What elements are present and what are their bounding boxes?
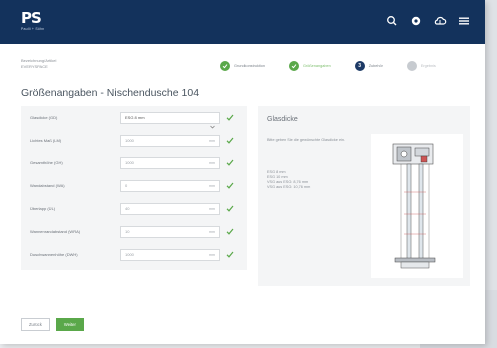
- input-value: 0: [125, 183, 128, 188]
- valid-check-icon: [226, 205, 236, 212]
- valid-check-icon: [226, 251, 236, 258]
- form-row-duschwannenhoehe: Duschwannenhöhe (DWH) 1000 mm: [30, 248, 242, 261]
- form-row-glasdicke: Glasdicke (GD) ESG 8 mm: [30, 111, 242, 128]
- header-icon-group: [385, 14, 471, 28]
- step-label: Zubehör: [368, 64, 383, 68]
- logo-mark: PS: [21, 9, 42, 27]
- form-row-ueberlapp: Überlapp (ÜL) 40 mm: [30, 202, 242, 215]
- valid-check-icon: [226, 114, 236, 121]
- globe-icon[interactable]: [409, 14, 423, 28]
- unit-label: mm: [209, 206, 215, 211]
- total-height-input[interactable]: 1000 mm: [120, 156, 220, 169]
- product-heading: Bezeichnung/Artikel EVERYSPACE: [21, 58, 56, 70]
- check-icon: [289, 61, 300, 71]
- input-value: 1000: [125, 138, 134, 143]
- top-navigation-bar: PS Paulli + Söhn: [0, 0, 485, 44]
- form-row-gesamthoehe: Gesamthöhe (GH) 1000 mm: [30, 156, 242, 169]
- field-label: Wannenrandabstand (WRA): [30, 229, 81, 234]
- unit-label: mm: [209, 138, 215, 143]
- input-value: 1000: [125, 160, 134, 165]
- field-label: Glasdicke (GD): [30, 115, 58, 120]
- step-grundkonstruktion[interactable]: Grundkonstruktion: [220, 61, 265, 71]
- check-icon: [220, 61, 230, 71]
- field-label: Überlapp (ÜL): [30, 206, 56, 211]
- valid-check-icon: [226, 137, 236, 144]
- field-label: Lichtes Maß (LM): [30, 138, 62, 143]
- step-number: 3: [354, 61, 365, 71]
- next-button[interactable]: Weiter: [55, 318, 84, 331]
- glass-option: VSG aus ESG: 10,76 mm: [267, 185, 311, 189]
- step-label: Ergebnis: [420, 64, 436, 68]
- product-line: EVERYSPACE: [21, 64, 48, 69]
- unit-label: mm: [209, 229, 215, 234]
- step-zubehoer[interactable]: 3 Zubehör: [354, 61, 383, 71]
- valid-check-icon: [226, 228, 236, 235]
- logo-subtitle: Paulli + Söhn: [21, 27, 45, 31]
- valid-check-icon: [226, 182, 236, 189]
- overlap-input[interactable]: 40 mm: [120, 202, 220, 215]
- glass-options-list: ESG 8 mm ESG 10 mm VSG aus ESG: 8,76 mm …: [267, 170, 310, 190]
- wizard-navigation: Zurück Weiter: [21, 318, 84, 331]
- input-value: 1000: [125, 252, 134, 257]
- tub-edge-distance-input[interactable]: 10 mm: [120, 225, 220, 238]
- brand-logo[interactable]: PS Paulli + Söhn: [21, 9, 45, 32]
- progress-stepper: Grundkonstruktion Größenangaben 3 Zubehö…: [220, 61, 460, 71]
- back-button[interactable]: Zurück: [21, 318, 50, 331]
- form-row-lichtes-mass: Lichtes Maß (LM) 1000 mm: [30, 134, 242, 147]
- field-label: Gesamthöhe (GH): [30, 160, 63, 165]
- unit-label: mm: [209, 160, 215, 165]
- field-label: Wandabstand (WA): [30, 183, 65, 188]
- page-title: Größenangaben - Nischendusche 104: [21, 87, 200, 99]
- help-panel: Glasdicke Bitte geben Sie die gewünschte…: [258, 106, 470, 286]
- step-groessenangaben[interactable]: Größenangaben: [289, 61, 331, 71]
- step-label: Grundkonstruktion: [234, 64, 266, 68]
- step-ergebnis[interactable]: Ergebnis: [406, 61, 436, 71]
- input-value: 10: [125, 229, 130, 234]
- form-row-wandabstand: Wandabstand (WA) 0 mm: [30, 179, 242, 192]
- help-title: Glasdicke: [267, 116, 298, 123]
- door-profile-drawing: [371, 134, 463, 278]
- wall-distance-input[interactable]: 0 mm: [120, 179, 220, 192]
- field-label: Duschwannenhöhe (DWH): [30, 252, 78, 257]
- configurator-window: PS Paulli + Söhn Bezeichnung/Artikel EVE…: [0, 0, 485, 344]
- clear-width-input[interactable]: 1000 mm: [120, 134, 220, 147]
- form-row-wannenrandabstand: Wannenrandabstand (WRA) 10 mm: [30, 225, 242, 238]
- chevron-down-icon: [210, 116, 215, 128]
- valid-check-icon: [226, 159, 236, 166]
- select-value: ESG 8 mm: [125, 115, 145, 120]
- menu-icon[interactable]: [457, 14, 471, 28]
- dimension-form: Glasdicke (GD) ESG 8 mm Lichtes Maß (LM)…: [21, 106, 247, 270]
- pending-dot-icon: [406, 61, 417, 71]
- shower-tray-height-input[interactable]: 1000 mm: [120, 248, 220, 261]
- step-label: Größenangaben: [303, 64, 331, 68]
- technical-drawing: [392, 143, 436, 269]
- input-value: 40: [125, 206, 130, 211]
- glass-thickness-select[interactable]: ESG 8 mm: [120, 111, 220, 128]
- unit-label: mm: [209, 183, 215, 188]
- unit-label: mm: [209, 252, 215, 257]
- help-description: Bitte geben Sie die gewünschte Glasdicke…: [267, 138, 346, 142]
- search-icon[interactable]: [385, 14, 399, 28]
- cloud-icon[interactable]: [433, 14, 447, 28]
